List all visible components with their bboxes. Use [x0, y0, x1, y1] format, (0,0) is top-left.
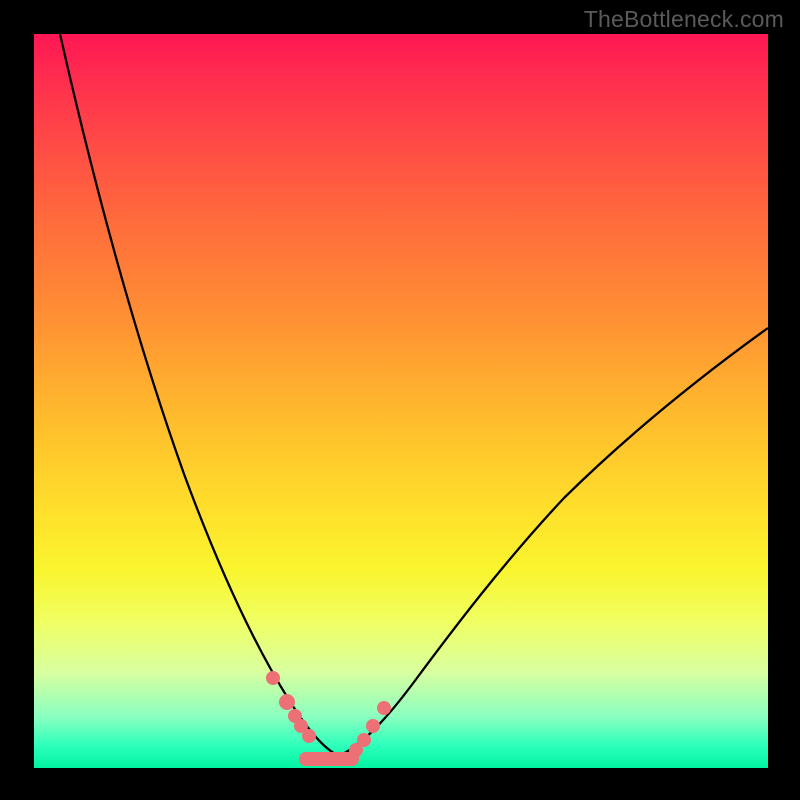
- left-curve: [60, 34, 339, 756]
- data-point: [302, 729, 316, 743]
- right-curve: [329, 328, 768, 760]
- chart-svg: [34, 34, 768, 768]
- data-point: [366, 719, 380, 733]
- valley-bar: [299, 752, 359, 766]
- watermark-text: TheBottleneck.com: [584, 6, 784, 33]
- data-point: [357, 733, 371, 747]
- data-point: [266, 671, 280, 685]
- chart-plot-area: [34, 34, 768, 768]
- data-point: [279, 694, 295, 710]
- data-point: [377, 701, 391, 715]
